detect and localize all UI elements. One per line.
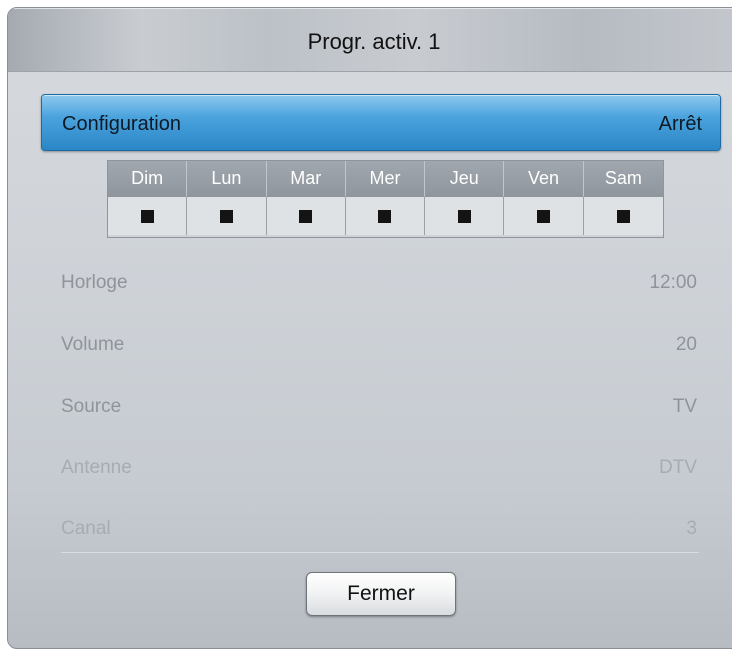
day-header-sam: Sam bbox=[583, 161, 663, 197]
setting-row-horloge: Horloge 12:00 bbox=[61, 268, 697, 298]
day-checkbox-dim[interactable] bbox=[140, 209, 154, 223]
day-checkbox-lun[interactable] bbox=[219, 209, 233, 223]
configuration-row[interactable]: Configuration Arrêt bbox=[41, 94, 721, 151]
configuration-label: Configuration bbox=[62, 113, 181, 135]
day-header-mer: Mer bbox=[345, 161, 426, 197]
day-checkbox-mar[interactable] bbox=[299, 209, 313, 223]
setting-row-antenne: Antenne DTV bbox=[61, 453, 697, 483]
days-grid: Dim Lun Mar Mer Jeu Ven Sam bbox=[107, 160, 664, 238]
setting-row-volume: Volume 20 bbox=[61, 330, 697, 360]
day-cell-jeu bbox=[425, 197, 505, 235]
day-header-ven: Ven bbox=[504, 161, 584, 197]
dialog-title: Progr. activ. 1 bbox=[307, 29, 441, 54]
day-header-lun: Lun bbox=[187, 161, 267, 197]
setting-label: Source bbox=[61, 396, 122, 417]
day-cell-mar bbox=[266, 197, 346, 235]
setting-value: 3 bbox=[686, 518, 697, 539]
day-cell-sam bbox=[583, 197, 663, 235]
day-checkbox-ven[interactable] bbox=[537, 209, 551, 223]
divider bbox=[61, 552, 699, 553]
day-header-dim: Dim bbox=[108, 161, 188, 197]
setting-label: Canal bbox=[61, 518, 111, 539]
setting-row-canal: Canal 3 bbox=[61, 514, 697, 544]
configuration-value: Arrêt bbox=[658, 113, 702, 135]
day-checkbox-jeu[interactable] bbox=[457, 209, 471, 223]
day-checkbox-mer[interactable] bbox=[378, 209, 392, 223]
setting-value: 12:00 bbox=[649, 272, 697, 293]
setting-value: TV bbox=[672, 396, 697, 417]
day-cell-ven bbox=[504, 197, 584, 235]
setting-label: Antenne bbox=[61, 457, 132, 478]
setting-value: DTV bbox=[659, 457, 697, 478]
setting-value: 20 bbox=[675, 334, 697, 355]
setting-label: Horloge bbox=[61, 272, 128, 293]
dialog-titlebar: Progr. activ. 1 bbox=[8, 8, 732, 72]
setting-label: Volume bbox=[61, 334, 125, 355]
day-header-mar: Mar bbox=[266, 161, 346, 197]
day-checkbox-sam[interactable] bbox=[616, 209, 630, 223]
day-cell-mer bbox=[345, 197, 426, 235]
day-cell-lun bbox=[187, 197, 267, 235]
close-button[interactable]: Fermer bbox=[306, 572, 456, 616]
timer-dialog: Progr. activ. 1 Configuration Arrêt Dim … bbox=[7, 7, 732, 649]
setting-row-source: Source TV bbox=[61, 392, 697, 422]
day-cell-dim bbox=[108, 197, 188, 235]
day-header-jeu: Jeu bbox=[425, 161, 505, 197]
